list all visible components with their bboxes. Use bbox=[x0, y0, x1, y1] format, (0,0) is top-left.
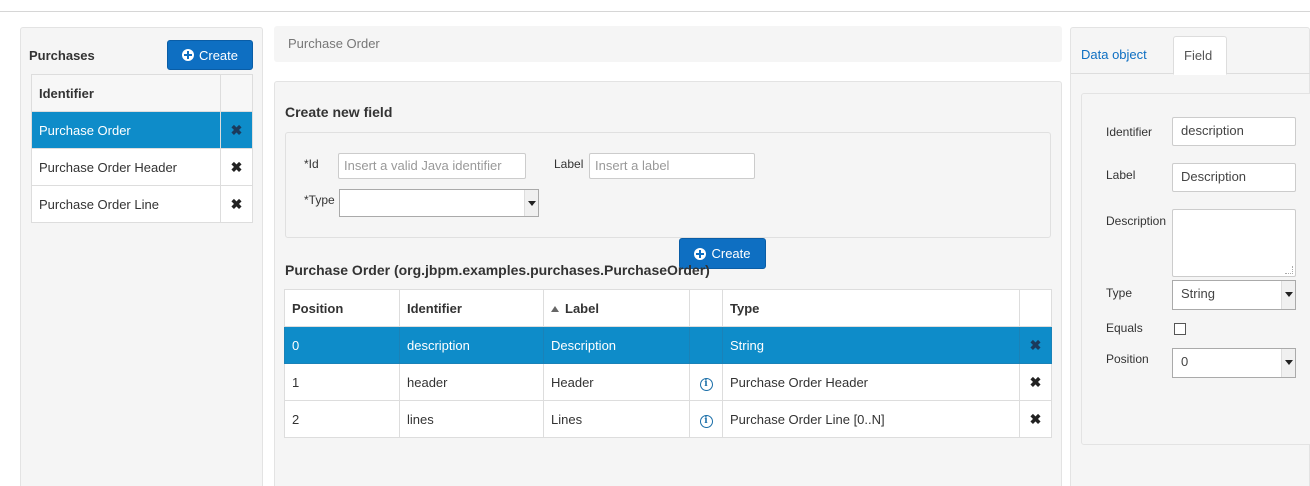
delete-icon[interactable]: ✖ bbox=[1019, 400, 1052, 438]
delete-icon[interactable]: ✖ bbox=[1019, 326, 1052, 364]
description-textarea[interactable] bbox=[1172, 209, 1296, 277]
resize-handle-icon[interactable] bbox=[1285, 266, 1293, 274]
field-properties-form: Identifier description Label Description… bbox=[1081, 93, 1310, 445]
plus-circle-icon bbox=[694, 247, 707, 260]
id-label: *Id bbox=[304, 157, 319, 171]
info-icon[interactable]: i bbox=[689, 363, 723, 401]
identifier-label: Identifier bbox=[1106, 125, 1153, 139]
cell-identifier: description bbox=[399, 326, 544, 364]
tab-field[interactable]: Field bbox=[1173, 36, 1227, 75]
type-select[interactable] bbox=[339, 189, 539, 217]
tab-data-object[interactable]: Data object bbox=[1071, 36, 1168, 74]
cell-identifier: header bbox=[399, 363, 544, 401]
column-header-label[interactable]: Label bbox=[543, 289, 690, 327]
table-row[interactable]: Purchase Order ✖ bbox=[31, 111, 253, 149]
type-select[interactable]: String bbox=[1172, 280, 1296, 310]
label-input[interactable]: Description bbox=[1172, 163, 1296, 192]
cell-position: 1 bbox=[284, 363, 400, 401]
cell-type: String bbox=[722, 326, 1020, 364]
chevron-down-icon bbox=[524, 190, 538, 216]
panel-title: Purchases bbox=[29, 48, 95, 63]
chevron-down-icon bbox=[1281, 281, 1295, 309]
cell-label: Header bbox=[543, 363, 690, 401]
object-name[interactable]: Purchase Order Line bbox=[31, 185, 221, 223]
table-row[interactable]: 1 header Header i Purchase Order Header … bbox=[284, 363, 1052, 401]
properties-panel: Data object Field Identifier description… bbox=[1070, 27, 1310, 486]
create-label: Create bbox=[198, 47, 239, 63]
equals-checkbox[interactable] bbox=[1174, 323, 1186, 335]
type-label: Type bbox=[1106, 286, 1133, 300]
column-header-actions bbox=[220, 74, 253, 112]
identifier-input[interactable]: description bbox=[1172, 117, 1296, 146]
table-row[interactable]: 0 description Description String ✖ bbox=[284, 326, 1052, 364]
column-header-label-text: Label bbox=[565, 300, 599, 316]
column-header-identifier[interactable]: Identifier bbox=[399, 289, 544, 327]
chevron-down-icon bbox=[1281, 349, 1295, 377]
data-objects-table: Identifier Purchase Order ✖ Purchase Ord… bbox=[31, 74, 253, 223]
cell-type: Purchase Order Line [0..N] bbox=[722, 400, 1020, 438]
column-header-position[interactable]: Position bbox=[284, 289, 400, 327]
column-header-type[interactable]: Type bbox=[722, 289, 1020, 327]
cell-position: 0 bbox=[284, 326, 400, 364]
breadcrumb: Purchase Order bbox=[274, 26, 1062, 62]
cell-identifier: lines bbox=[399, 400, 544, 438]
object-name[interactable]: Purchase Order bbox=[31, 111, 221, 149]
cell-label: Lines bbox=[543, 400, 690, 438]
data-objects-panel: Purchases Create Identifier Purchase Ord… bbox=[20, 27, 263, 486]
info-icon[interactable]: i bbox=[689, 400, 723, 438]
label-label: Label bbox=[1106, 168, 1136, 182]
create-field-heading: Create new field bbox=[285, 104, 393, 120]
top-divider bbox=[0, 0, 1310, 12]
column-header-info bbox=[689, 289, 723, 327]
cell-info bbox=[689, 326, 723, 364]
id-input[interactable]: Insert a valid Java identifier bbox=[338, 153, 526, 179]
table-row[interactable]: 2 lines Lines i Purchase Order Line [0..… bbox=[284, 400, 1052, 438]
fields-table-title: Purchase Order (org.jbpm.examples.purcha… bbox=[285, 262, 710, 278]
properties-tabs: Data object Field bbox=[1071, 28, 1310, 75]
plus-circle-icon bbox=[181, 49, 194, 61]
delete-icon[interactable]: ✖ bbox=[220, 185, 253, 223]
table-row[interactable]: Purchase Order Header ✖ bbox=[31, 148, 253, 186]
type-label: *Type bbox=[304, 193, 335, 207]
cell-type: Purchase Order Header bbox=[722, 363, 1020, 401]
label-label: Label bbox=[554, 157, 584, 171]
column-header-actions bbox=[1019, 289, 1052, 327]
cell-label: Description bbox=[543, 326, 690, 364]
delete-icon[interactable]: ✖ bbox=[220, 111, 253, 149]
equals-label: Equals bbox=[1106, 321, 1143, 335]
sort-ascending-icon bbox=[551, 305, 559, 312]
create-object-button[interactable]: Create bbox=[167, 40, 253, 70]
label-input[interactable]: Insert a label bbox=[589, 153, 755, 179]
create-label: Create bbox=[711, 246, 751, 261]
type-select-value: String bbox=[1181, 286, 1215, 301]
position-label: Position bbox=[1106, 352, 1149, 366]
fields-table: Position Identifier Label Type 0 descrip… bbox=[284, 289, 1052, 438]
position-select-value: 0 bbox=[1181, 354, 1189, 369]
table-row[interactable]: Purchase Order Line ✖ bbox=[31, 185, 253, 223]
object-name[interactable]: Purchase Order Header bbox=[31, 148, 221, 186]
column-header-identifier: Identifier bbox=[31, 74, 221, 112]
delete-icon[interactable]: ✖ bbox=[1019, 363, 1052, 401]
cell-position: 2 bbox=[284, 400, 400, 438]
fields-panel: Create new field *Id Insert a valid Java… bbox=[274, 81, 1062, 486]
delete-icon[interactable]: ✖ bbox=[220, 148, 253, 186]
description-label: Description bbox=[1106, 214, 1167, 228]
create-field-form: *Id Insert a valid Java identifier Label… bbox=[285, 132, 1051, 269]
position-select[interactable]: 0 bbox=[1172, 348, 1296, 378]
